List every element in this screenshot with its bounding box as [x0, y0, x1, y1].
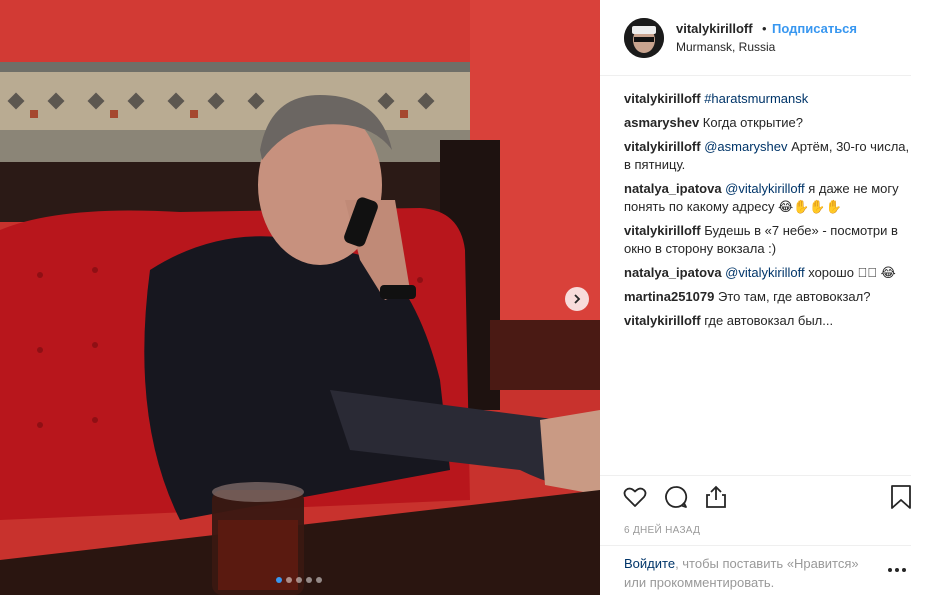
login-link[interactable]: Войдите	[624, 556, 675, 571]
hashtag-link[interactable]: #haratsmurmansk	[704, 91, 808, 106]
comment-username[interactable]: vitalykirilloff	[624, 223, 701, 238]
login-divider	[600, 545, 911, 546]
avatar[interactable]	[624, 18, 664, 58]
comment-text: хорошо 🏻🏻 😂	[808, 265, 896, 280]
comment-bubble-icon[interactable]	[663, 484, 689, 510]
login-prompt: Войдите, чтобы поставить «Нравится» или …	[624, 554, 884, 592]
instagram-post: vitalykirilloff • Подписаться Murmansk, …	[0, 0, 935, 595]
comment-text: где автовокзал был...	[704, 313, 834, 328]
comment-item: vitalykirilloff @asmaryshev Артём, 30-го…	[624, 138, 914, 174]
comment-item: natalya_ipatova @vitalykirilloff хорошо …	[624, 264, 914, 282]
comment-username[interactable]: vitalykirilloff	[624, 91, 701, 106]
heart-icon[interactable]	[622, 484, 648, 510]
comment-item: martina251079 Это там, где автовокзал?	[624, 288, 914, 306]
mention-link[interactable]: @asmaryshev	[704, 139, 787, 154]
carousel-dot	[286, 577, 292, 583]
mention-link[interactable]: @vitalykirilloff	[725, 181, 804, 196]
post-author-username[interactable]: vitalykirilloff	[676, 21, 753, 36]
carousel-dot	[316, 577, 322, 583]
post-photo[interactable]	[0, 0, 600, 595]
comment-item: vitalykirilloff Будешь в «7 небе» - посм…	[624, 222, 914, 258]
post-header: vitalykirilloff • Подписаться Murmansk, …	[600, 0, 911, 76]
more-dots-icon	[902, 568, 906, 572]
post-location[interactable]: Murmansk, Russia	[676, 40, 775, 54]
comment-item: vitalykirilloff где автовокзал был...	[624, 312, 914, 330]
comment-username[interactable]: vitalykirilloff	[624, 139, 701, 154]
chevron-right-icon	[574, 294, 581, 304]
comment-username[interactable]: natalya_ipatova	[624, 181, 722, 196]
comment-item: natalya_ipatova @vitalykirilloff я даже …	[624, 180, 914, 216]
follow-button[interactable]: Подписаться	[772, 21, 857, 36]
more-dots-icon	[888, 568, 892, 572]
photo-illustration	[0, 0, 600, 595]
comment-list: vitalykirilloff #haratsmurmansk asmarysh…	[624, 90, 914, 336]
comment-item: asmaryshev Когда открытие?	[624, 114, 914, 132]
more-options-button[interactable]	[888, 565, 908, 575]
avatar-image	[624, 18, 664, 58]
comment-username[interactable]: vitalykirilloff	[624, 313, 701, 328]
comment-text: Это там, где автовокзал?	[717, 289, 871, 304]
bookmark-icon[interactable]	[888, 484, 914, 510]
comment-text: Когда открытие?	[702, 115, 804, 130]
comment-username[interactable]: asmaryshev	[624, 115, 699, 130]
actions-divider	[600, 475, 911, 476]
carousel-dot	[296, 577, 302, 583]
carousel-indicator	[276, 577, 322, 583]
comment-username[interactable]: natalya_ipatova	[624, 265, 722, 280]
mention-link[interactable]: @vitalykirilloff	[725, 265, 804, 280]
carousel-dot	[306, 577, 312, 583]
post-timestamp: 6 ДНЕЙ НАЗАД	[624, 525, 701, 536]
post-sidebar: vitalykirilloff • Подписаться Murmansk, …	[600, 0, 935, 595]
more-dots-icon	[895, 568, 899, 572]
header-separator: •	[762, 21, 767, 36]
carousel-dot	[276, 577, 282, 583]
comment-username[interactable]: martina251079	[624, 289, 714, 304]
next-photo-button[interactable]	[565, 287, 589, 311]
caption: vitalykirilloff #haratsmurmansk	[624, 90, 914, 108]
share-upload-icon[interactable]	[703, 484, 729, 510]
